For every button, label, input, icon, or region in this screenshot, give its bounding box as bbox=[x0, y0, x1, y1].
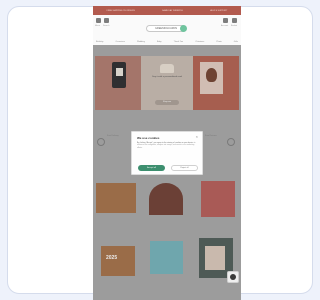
product-tile[interactable] bbox=[201, 181, 235, 217]
cookie-modal-title: We use cookies bbox=[137, 136, 160, 140]
menu-label: Menu bbox=[95, 25, 101, 27]
account-label: Account bbox=[221, 25, 229, 27]
product-photo-image bbox=[205, 246, 225, 270]
hero-title: Say it with a personalised card bbox=[152, 76, 182, 78]
announcement-bar: FREE SHIPPING ON ORDERS SAME DAY DISPATC… bbox=[93, 6, 241, 15]
nav-item[interactable]: Birthday bbox=[96, 41, 103, 43]
logo-mark-icon bbox=[180, 25, 187, 32]
year-text: 2025 bbox=[106, 255, 118, 261]
basket-icon[interactable] bbox=[232, 18, 237, 23]
announcement-center: SAME DAY DISPATCH bbox=[162, 9, 183, 12]
feature-left-label: Fast Delivery bbox=[107, 135, 119, 137]
nav-item[interactable]: Gifts bbox=[234, 41, 238, 43]
cookie-modal-text: to enhance site navigation, analyse site… bbox=[137, 142, 196, 149]
nav-item[interactable]: Christmas bbox=[195, 41, 204, 43]
delivery-icon bbox=[97, 138, 105, 146]
search-icon[interactable] bbox=[104, 18, 109, 23]
account-icon[interactable] bbox=[223, 18, 228, 23]
announcement-right: HELP & SUPPORT bbox=[210, 9, 228, 12]
nav-item[interactable]: Photo bbox=[216, 41, 221, 43]
portrait-image bbox=[206, 68, 217, 82]
accept-cookies-button[interactable]: Accept all bbox=[138, 165, 165, 171]
nav-item[interactable]: Thank You bbox=[174, 41, 183, 43]
phone-card-image bbox=[116, 68, 123, 76]
announcement-left: FREE SHIPPING ON ORDERS bbox=[106, 9, 135, 12]
close-icon[interactable]: × bbox=[196, 135, 198, 139]
basket-label: Basket bbox=[231, 25, 238, 27]
hero-shop-button[interactable]: Shop now bbox=[155, 100, 179, 105]
reject-cookies-button[interactable]: Reject all bbox=[171, 165, 198, 171]
product-tile[interactable] bbox=[149, 183, 183, 215]
nav-item[interactable]: Occasions bbox=[115, 41, 124, 43]
feature-right-label: Free Returns bbox=[205, 135, 217, 137]
menu-icon[interactable] bbox=[96, 18, 101, 23]
search-label: Search bbox=[103, 25, 110, 27]
site-logo[interactable]: GREENINGCARDS bbox=[146, 25, 187, 32]
nav-item[interactable]: Wedding bbox=[137, 41, 145, 43]
cookie-modal-body: By clicking “Accept”, you agree to the s… bbox=[137, 142, 199, 149]
logo-text: GREENINGCARDS bbox=[154, 27, 178, 30]
cake-image bbox=[160, 64, 174, 73]
nav-item[interactable]: Baby bbox=[157, 41, 162, 43]
returns-icon bbox=[227, 138, 235, 146]
main-nav: Birthday Occasions Wedding Baby Thank Yo… bbox=[96, 41, 238, 43]
product-tile[interactable]: 2025 bbox=[101, 246, 135, 276]
product-tile[interactable] bbox=[150, 241, 183, 274]
chat-icon[interactable] bbox=[230, 274, 236, 280]
product-tile[interactable] bbox=[96, 183, 136, 213]
cookie-modal: We use cookies × By clicking “Accept”, y… bbox=[131, 131, 203, 175]
